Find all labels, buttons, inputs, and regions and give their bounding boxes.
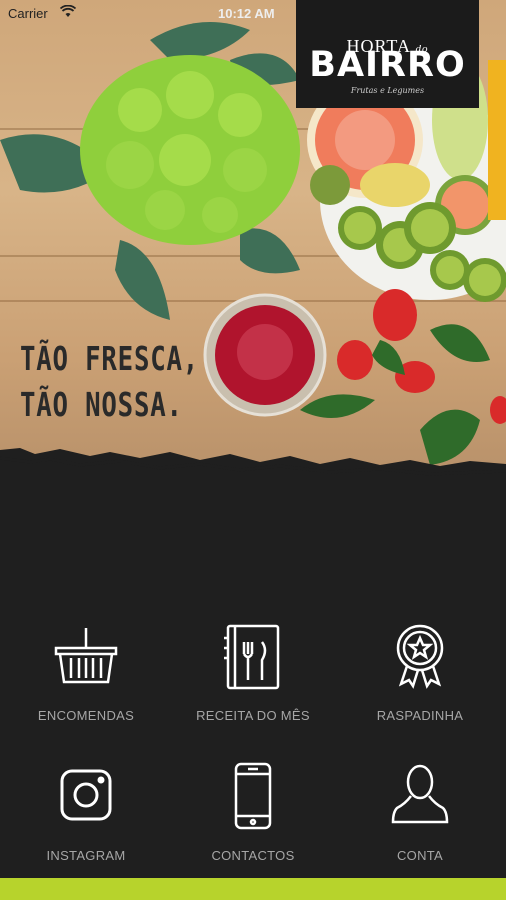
wifi-icon — [60, 5, 76, 17]
status-time: 10:12 AM — [218, 6, 275, 21]
user-icon — [391, 764, 449, 824]
bottom-accent-bar — [0, 878, 506, 900]
menu-item-conta[interactable]: CONTA — [336, 760, 504, 863]
torn-edge — [0, 448, 506, 490]
status-bar: Carrier 10:12 AM — [0, 0, 506, 26]
juice-glass — [203, 293, 327, 417]
menu-label-conta: CONTA — [396, 848, 444, 863]
romanesco — [80, 55, 300, 245]
recipe-book-icon — [224, 624, 280, 690]
carrier-label: Carrier — [8, 6, 48, 21]
menu-label-encomendas: ENCOMENDAS — [37, 708, 135, 723]
slogan-line-2: TÃO NOSSA. — [20, 385, 183, 424]
instagram-icon — [60, 769, 112, 821]
logo-main: BAIRRO — [309, 45, 466, 85]
slogan-line-1: TÃO FRESCA, — [20, 339, 200, 378]
menu-item-instagram[interactable]: INSTAGRAM — [2, 760, 170, 863]
slogan: TÃO FRESCA, TÃO NOSSA. — [20, 336, 199, 428]
logo-subtitle: Frutas e Legumes — [350, 86, 425, 95]
basket-icon — [54, 628, 118, 684]
menu-item-raspadinha[interactable]: RASPADINHA — [336, 620, 504, 723]
menu-item-encomendas[interactable]: ENCOMENDAS — [2, 620, 170, 723]
menu-label-instagram: INSTAGRAM — [46, 848, 126, 863]
menu-label-contactos: CONTACTOS — [211, 848, 295, 863]
menu-label-raspadinha: RASPADINHA — [376, 708, 464, 723]
phone-icon — [234, 762, 272, 830]
menu-item-contactos[interactable]: CONTACTOS — [169, 760, 337, 863]
menu-label-receita: RECEITA DO MÊS — [196, 708, 310, 723]
menu-item-receita[interactable]: RECEITA DO MÊS — [169, 620, 337, 723]
award-badge-icon — [396, 624, 444, 689]
